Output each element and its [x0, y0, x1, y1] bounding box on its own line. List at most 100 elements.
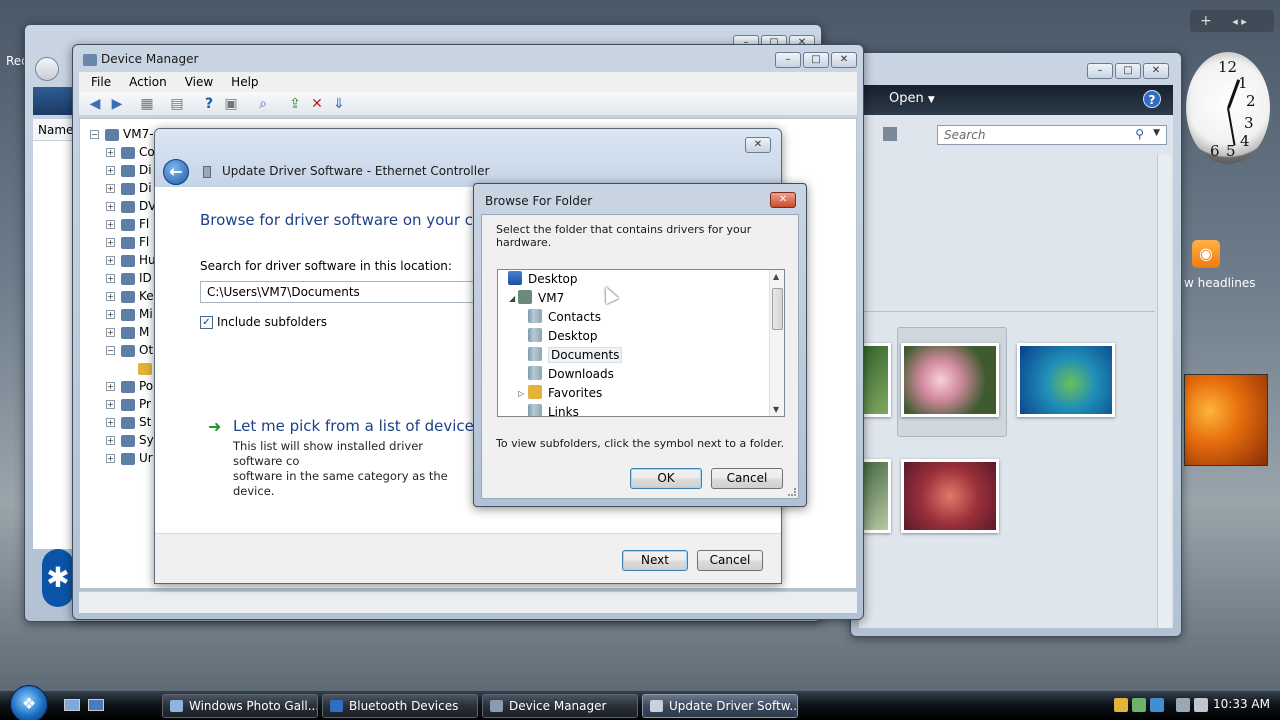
- tree-item-downloads[interactable]: Downloads: [528, 365, 614, 384]
- back-arrow-icon[interactable]: ←: [163, 159, 189, 185]
- expand-icon[interactable]: +: [106, 220, 115, 229]
- photo-thumbnail[interactable]: [901, 343, 999, 417]
- ok-button[interactable]: OK: [630, 468, 702, 489]
- open-menu-button[interactable]: Open ▼: [889, 91, 935, 106]
- tree-item-vm7[interactable]: VM7: [518, 289, 564, 308]
- include-subfolders-checkbox[interactable]: ✓ Include subfolders: [200, 315, 327, 329]
- checkbox-checked-icon[interactable]: ✓: [200, 315, 213, 329]
- tree-item[interactable]: + Mi: [106, 305, 153, 323]
- tree-item[interactable]: + Di: [106, 161, 152, 179]
- show-desktop-icon[interactable]: [64, 699, 80, 711]
- tree-item[interactable]: + ID: [106, 269, 152, 287]
- next-button[interactable]: Next: [622, 550, 688, 571]
- back-arrow-icon[interactable]: ◀: [87, 96, 103, 112]
- photo-thumbnail[interactable]: [901, 459, 999, 533]
- switch-windows-icon[interactable]: [88, 699, 104, 711]
- collapse-icon[interactable]: −: [90, 130, 99, 139]
- tree-item[interactable]: + Ke: [106, 287, 154, 305]
- tree-item[interactable]: + Pr: [106, 395, 151, 413]
- expanded-arrow-icon[interactable]: ◢: [509, 294, 515, 303]
- tree-item[interactable]: + Di: [106, 179, 152, 197]
- tree-item[interactable]: + M: [106, 323, 149, 341]
- taskbar-clock[interactable]: 10:33 AM: [1213, 697, 1270, 711]
- collapse-icon[interactable]: −: [106, 346, 115, 355]
- help-icon[interactable]: ?: [1143, 90, 1161, 108]
- tree-item[interactable]: + Fl: [106, 233, 149, 251]
- taskbar-item-update-driver[interactable]: Update Driver Softw...: [642, 694, 798, 718]
- menu-help[interactable]: Help: [231, 72, 258, 92]
- tree-item[interactable]: + Ur: [106, 449, 153, 467]
- expand-icon[interactable]: +: [106, 148, 115, 157]
- scrollbar-thumb[interactable]: [772, 288, 783, 330]
- update-view-icon[interactable]: ▣: [223, 96, 239, 112]
- expand-icon[interactable]: +: [106, 310, 115, 319]
- search-icon[interactable]: ⚲: [1135, 127, 1144, 141]
- start-button[interactable]: ❖: [10, 685, 48, 720]
- tree-item-links[interactable]: Links: [528, 403, 579, 416]
- tree-item-desktop-root[interactable]: Desktop: [508, 270, 578, 289]
- tree-item[interactable]: + Po: [106, 377, 153, 395]
- collapsed-arrow-icon[interactable]: ▷: [518, 389, 524, 398]
- slideshow-gadget[interactable]: [1184, 374, 1268, 466]
- maximize-button[interactable]: □: [803, 52, 829, 68]
- folder-tree[interactable]: Desktop ◢ VM7 Contacts Desktop Documents…: [497, 269, 785, 417]
- enable-device-icon[interactable]: ⇓: [331, 96, 347, 112]
- scroll-down-icon[interactable]: ▼: [773, 405, 779, 414]
- expand-icon[interactable]: +: [106, 400, 115, 409]
- volume-icon[interactable]: [1194, 698, 1208, 712]
- close-button[interactable]: ✕: [831, 52, 857, 68]
- gadget-sidebar-controls[interactable]: + ◂ ▸: [1190, 10, 1274, 32]
- properties-icon[interactable]: ▤: [169, 96, 185, 112]
- chevron-down-icon[interactable]: ▼: [1153, 128, 1160, 138]
- expand-icon[interactable]: +: [106, 274, 115, 283]
- tree-item[interactable]: + Hu: [106, 251, 156, 269]
- taskbar-item-bluetooth[interactable]: Bluetooth Devices: [322, 694, 478, 718]
- expand-icon[interactable]: +: [106, 382, 115, 391]
- menu-file[interactable]: File: [91, 72, 111, 92]
- tree-item[interactable]: − Ot: [106, 341, 153, 359]
- taskbar-item-photo-gallery[interactable]: Windows Photo Gall...: [162, 694, 318, 718]
- expand-icon[interactable]: +: [106, 454, 115, 463]
- browse-for-folder-dialog[interactable]: Browse For Folder ✕ Select the folder th…: [473, 183, 807, 507]
- close-button[interactable]: ✕: [1143, 63, 1169, 79]
- expand-icon[interactable]: +: [106, 238, 115, 247]
- help-icon[interactable]: ?: [201, 96, 217, 112]
- search-input[interactable]: Search ⚲ ▼: [937, 125, 1167, 145]
- expand-icon[interactable]: +: [106, 166, 115, 175]
- pick-from-list-title[interactable]: Let me pick from a list of device dri: [233, 417, 499, 435]
- photo-thumbnail[interactable]: [1017, 343, 1115, 417]
- vertical-scrollbar[interactable]: ▲ ▼: [769, 270, 784, 416]
- tree-item-favorites[interactable]: Favorites: [528, 384, 602, 403]
- expand-icon[interactable]: +: [106, 418, 115, 427]
- update-icon[interactable]: [1150, 698, 1164, 712]
- expand-icon[interactable]: +: [106, 184, 115, 193]
- expand-icon[interactable]: +: [106, 436, 115, 445]
- tree-item[interactable]: + DV: [106, 197, 156, 215]
- network-icon[interactable]: [1132, 698, 1146, 712]
- maximize-button[interactable]: □: [1115, 63, 1141, 79]
- gadget-nav-icon[interactable]: ◂ ▸: [1232, 15, 1247, 28]
- tree-item[interactable]: + Co: [106, 143, 155, 161]
- cancel-button[interactable]: Cancel: [697, 550, 763, 571]
- uninstall-icon[interactable]: ✕: [309, 96, 325, 112]
- view-icon[interactable]: [883, 127, 897, 141]
- tree-item[interactable]: + St: [106, 413, 151, 431]
- tree-item-desktop[interactable]: Desktop: [528, 327, 598, 346]
- resize-grip-icon[interactable]: [788, 488, 796, 496]
- cancel-button[interactable]: Cancel: [711, 468, 783, 489]
- scroll-up-icon[interactable]: ▲: [773, 272, 779, 281]
- tree-view-icon[interactable]: ▦: [139, 96, 155, 112]
- expand-icon[interactable]: +: [106, 328, 115, 337]
- update-driver-icon[interactable]: ⇪: [287, 96, 303, 112]
- menu-view[interactable]: View: [185, 72, 213, 92]
- photo-gallery-window[interactable]: – □ ✕ Open ▼ ? Search ⚲ ▼: [850, 52, 1182, 637]
- close-button[interactable]: ✕: [770, 192, 796, 208]
- tree-item-documents[interactable]: Documents: [528, 346, 623, 365]
- add-gadget-icon[interactable]: +: [1200, 13, 1212, 29]
- network-disconnected-icon[interactable]: [1176, 698, 1190, 712]
- expand-icon[interactable]: +: [106, 256, 115, 265]
- expand-icon[interactable]: +: [106, 292, 115, 301]
- feed-headlines-gadget[interactable]: ◉ w headlines: [1184, 240, 1270, 300]
- tree-item[interactable]: + Fl: [106, 215, 149, 233]
- menu-action[interactable]: Action: [129, 72, 167, 92]
